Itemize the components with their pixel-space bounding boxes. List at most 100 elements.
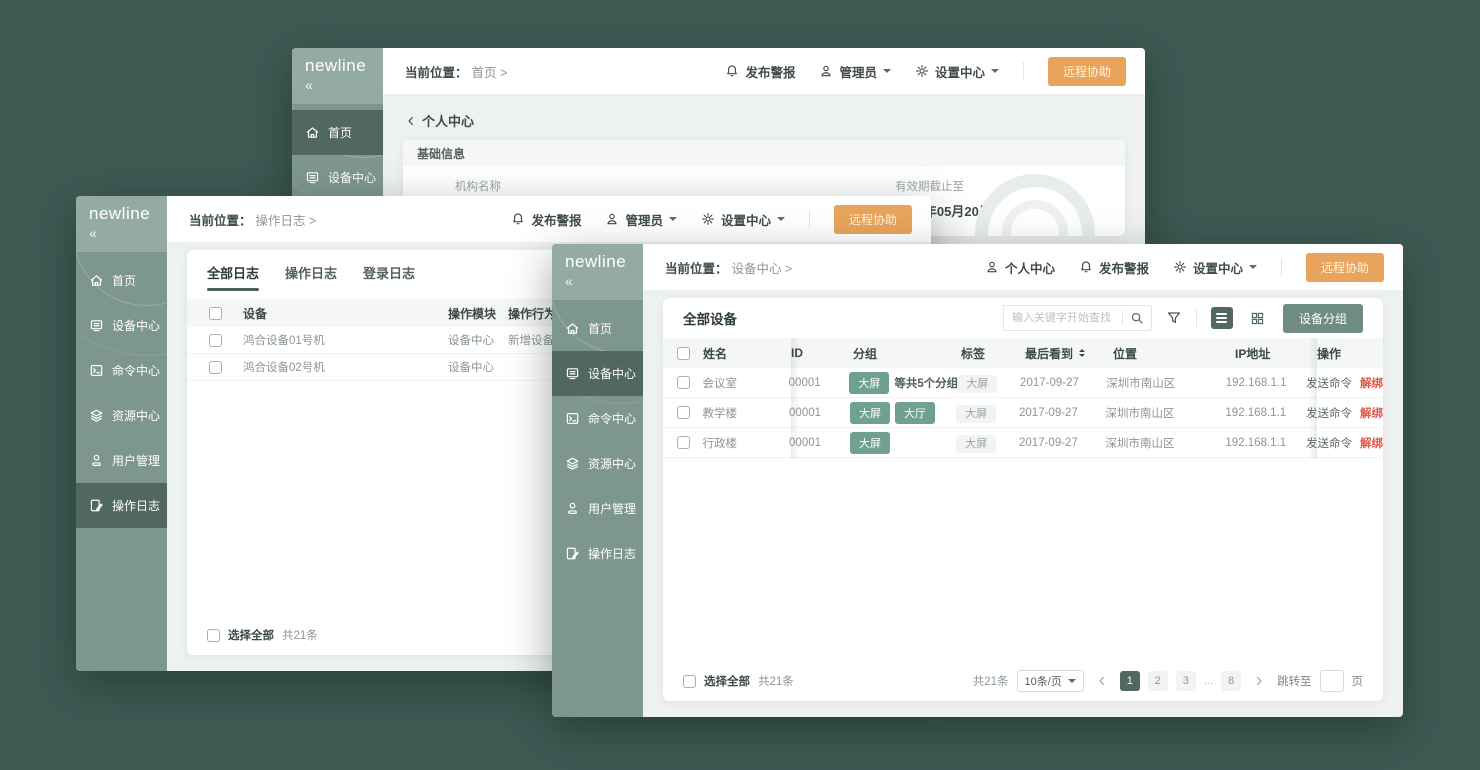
select-all-checkbox[interactable] xyxy=(209,307,222,320)
unbind-link[interactable]: 解绑 xyxy=(1360,375,1383,391)
grid-view-button[interactable] xyxy=(1247,307,1269,329)
list-view-button[interactable] xyxy=(1211,307,1233,329)
back-link-personal-center[interactable]: 个人中心 xyxy=(403,102,1125,140)
sidebar-item-resource-center[interactable]: 资源中心 xyxy=(76,393,167,438)
total-count: 共21条 xyxy=(758,673,794,689)
sidebar-item-home[interactable]: 首页 xyxy=(76,258,167,303)
table-row[interactable]: 会议室 00001 大屏 等共5个分组 大屏 2017-09-27 深圳市南山区 xyxy=(663,368,1383,398)
home-icon xyxy=(305,125,320,140)
cell-tag: 大屏 xyxy=(956,435,1019,451)
admin-menu[interactable]: 管理员 xyxy=(605,210,677,229)
page-title: 全部设备 xyxy=(683,308,737,328)
profile-menu[interactable]: 个人中心 xyxy=(985,258,1055,277)
page-size-select[interactable]: 10条/页 xyxy=(1017,670,1084,692)
search-input[interactable] xyxy=(1004,312,1122,324)
profile-label: 个人中心 xyxy=(1005,258,1055,277)
table-row[interactable]: 行政楼 00001 大屏 大屏 2017-09-27 深圳市南山区 192.16… xyxy=(663,428,1383,458)
select-all-checkbox[interactable] xyxy=(677,347,690,360)
sidebar-item-resource-center[interactable]: 资源中心 xyxy=(552,441,643,486)
column-tag: 标签 xyxy=(961,345,1025,362)
jump-page-suffix: 页 xyxy=(1352,673,1364,689)
tab-login-logs[interactable]: 登录日志 xyxy=(363,263,415,291)
admin-menu[interactable]: 管理员 xyxy=(819,62,891,81)
topbar-actions: 发布警报 管理员 设置中心 远程协助 xyxy=(725,57,1126,86)
sidebar-item-label: 首页 xyxy=(328,124,352,141)
logo-area: newline « xyxy=(292,48,383,104)
tab-all-logs[interactable]: 全部日志 xyxy=(207,263,259,291)
cell-group: 大屏 xyxy=(850,432,956,454)
sidebar-item-label: 操作日志 xyxy=(112,497,160,514)
main-area: 当前位置： 设备中心 > 个人中心 发布警报 设置中心 远程协助 xyxy=(643,244,1403,717)
collapse-sidebar-icon[interactable]: « xyxy=(565,273,643,289)
search-icon[interactable] xyxy=(1123,311,1151,325)
sidebar-item-operation-log[interactable]: 操作日志 xyxy=(76,483,167,528)
column-module: 操作模块 xyxy=(448,305,508,322)
sidebar-item-command-center[interactable]: 命令中心 xyxy=(76,348,167,393)
field-label: 机构名称 xyxy=(455,178,895,194)
gear-icon xyxy=(701,212,715,226)
sidebar-item-device-center[interactable]: 设备中心 xyxy=(552,351,643,396)
tag-badge: 大屏 xyxy=(956,435,996,453)
select-all-checkbox[interactable] xyxy=(207,629,220,642)
prev-page-button[interactable] xyxy=(1092,671,1112,691)
page-button-8[interactable]: 8 xyxy=(1221,671,1241,691)
page-button-3[interactable]: 3 xyxy=(1176,671,1196,691)
sidebar-item-home[interactable]: 首页 xyxy=(292,110,383,155)
select-all-label: 选择全部 xyxy=(704,673,750,689)
sidebar-item-label: 资源中心 xyxy=(112,407,160,424)
column-group: 分组 xyxy=(853,345,961,362)
table-row[interactable]: 教学楼 00001 大屏 大厅 大屏 2017-09-27 深圳市南山区 192… xyxy=(663,398,1383,428)
settings-menu[interactable]: 设置中心 xyxy=(1173,258,1257,277)
send-command-link[interactable]: 发送命令 xyxy=(1306,435,1352,451)
sidebar-item-label: 设备中心 xyxy=(588,365,636,382)
divider xyxy=(809,210,810,228)
cell-module: 设备中心 xyxy=(448,359,508,375)
tab-operation-logs[interactable]: 操作日志 xyxy=(285,263,337,291)
remote-assist-button[interactable]: 远程协助 xyxy=(1048,57,1126,86)
row-checkbox[interactable] xyxy=(677,406,690,419)
tag-badge: 大屏 xyxy=(957,375,997,393)
remote-assist-button[interactable]: 远程协助 xyxy=(1306,253,1384,282)
row-checkbox[interactable] xyxy=(677,376,690,389)
collapse-sidebar-icon[interactable]: « xyxy=(305,77,383,93)
publish-alert-button[interactable]: 发布警报 xyxy=(725,62,795,81)
collapse-sidebar-icon[interactable]: « xyxy=(89,225,167,241)
caret-down-icon xyxy=(883,69,891,77)
publish-alert-button[interactable]: 发布警报 xyxy=(511,210,581,229)
settings-menu[interactable]: 设置中心 xyxy=(915,62,999,81)
table-header: 姓名 ID 分组 标签 最后看到 位置 IP地址 操作 xyxy=(663,338,1383,368)
publish-alert-button[interactable]: 发布警报 xyxy=(1079,258,1149,277)
row-checkbox[interactable] xyxy=(209,361,222,374)
sidebar-item-home[interactable]: 首页 xyxy=(552,306,643,351)
unbind-link[interactable]: 解绑 xyxy=(1360,435,1383,451)
breadcrumb-label: 当前位置： xyxy=(665,258,728,277)
column-last-seen: 最后看到 xyxy=(1025,345,1073,362)
logo-area: newline « xyxy=(76,196,167,252)
cell-group: 大屏 大厅 xyxy=(850,402,956,424)
page-button-2[interactable]: 2 xyxy=(1148,671,1168,691)
send-command-link[interactable]: 发送命令 xyxy=(1306,405,1352,421)
send-command-link[interactable]: 发送命令 xyxy=(1306,375,1352,391)
filter-icon[interactable] xyxy=(1166,310,1182,326)
page-button-1[interactable]: 1 xyxy=(1120,671,1140,691)
unbind-link[interactable]: 解绑 xyxy=(1360,405,1383,421)
remote-assist-button[interactable]: 远程协助 xyxy=(834,205,912,234)
sort-icon[interactable] xyxy=(1079,349,1085,357)
sidebar-item-user-management[interactable]: 用户管理 xyxy=(552,486,643,531)
sidebar-item-device-center[interactable]: 设备中心 xyxy=(292,155,383,200)
breadcrumb: 首页 > xyxy=(472,62,508,81)
group-badge: 大屏 xyxy=(849,372,889,394)
sidebar-item-command-center[interactable]: 命令中心 xyxy=(552,396,643,441)
device-group-button[interactable]: 设备分组 xyxy=(1283,304,1363,333)
sidebar-item-device-center[interactable]: 设备中心 xyxy=(76,303,167,348)
sidebar-item-operation-log[interactable]: 操作日志 xyxy=(552,531,643,576)
cell-ip: 192.168.1.1 xyxy=(1226,377,1306,389)
jump-page-input[interactable] xyxy=(1320,670,1344,692)
next-page-button[interactable] xyxy=(1249,671,1269,691)
row-checkbox[interactable] xyxy=(677,436,690,449)
settings-menu[interactable]: 设置中心 xyxy=(701,210,785,229)
select-all-checkbox[interactable] xyxy=(683,675,696,688)
cell-tag: 大屏 xyxy=(957,375,1020,391)
sidebar-item-user-management[interactable]: 用户管理 xyxy=(76,438,167,483)
row-checkbox[interactable] xyxy=(209,334,222,347)
